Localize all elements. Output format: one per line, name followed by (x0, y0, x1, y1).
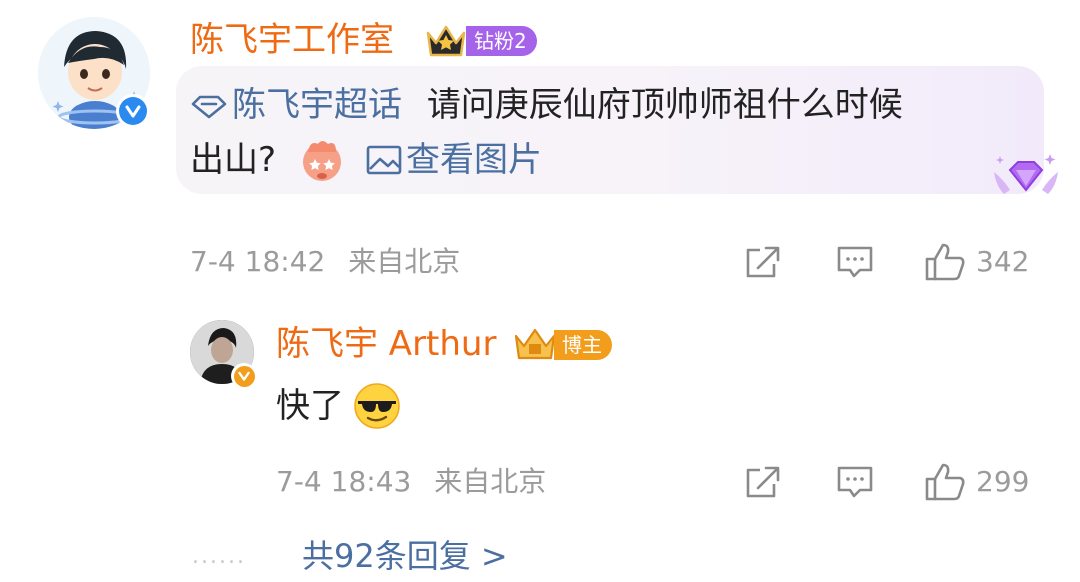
comment-button[interactable] (836, 244, 874, 284)
comment-location: 来自北京 (348, 245, 461, 278)
dotted-separator: ...... (192, 543, 246, 569)
reply-content: 快了 (276, 380, 402, 432)
comment-time: 7-4 18:42 (190, 245, 326, 278)
reply-meta: 7-4 18:43 来自北京 (276, 464, 546, 500)
reply-location: 来自北京 (434, 465, 547, 498)
view-image-link[interactable]: 查看图片 (366, 134, 542, 186)
reply-like-count: 299 (976, 465, 1030, 498)
diamond-topic-icon (191, 95, 227, 118)
thumbs-up-icon (925, 243, 965, 281)
reply-time: 7-4 18:43 (276, 465, 412, 498)
comment-icon (837, 466, 873, 498)
like-button[interactable]: 342 (924, 242, 1029, 282)
author-badge: 博主 (554, 330, 612, 360)
comment-icon (837, 246, 873, 278)
sticker-emoji (298, 136, 346, 184)
topic-label: 陈飞宇超话 (232, 85, 402, 125)
crown-icon (424, 21, 468, 59)
comment-text: 请问庚辰仙府顶帅师祖什么时候 (426, 85, 903, 125)
commenter-username[interactable]: 陈飞宇工作室 (190, 18, 394, 62)
topic-link[interactable]: 陈飞宇超话 (190, 85, 413, 125)
comment-meta: 7-4 18:42 来自北京 (190, 244, 460, 280)
more-replies-row: ...... 共92条回复 > (192, 534, 508, 578)
fan-level-badge: 钻粉2 (466, 26, 537, 56)
like-count: 342 (976, 245, 1030, 278)
comment-text-line2: 出山? 查看图片 (190, 134, 542, 186)
share-button[interactable] (744, 244, 782, 284)
view-image-label: 查看图片 (406, 140, 543, 180)
reply-username[interactable]: 陈飞宇 Arthur (276, 322, 496, 366)
share-icon (746, 466, 780, 498)
sunglasses-emoji (352, 381, 402, 431)
verified-badge-icon (116, 94, 150, 128)
reply-comment-button[interactable] (836, 464, 874, 504)
diamond-fan-icon (990, 150, 1062, 208)
share-icon (746, 246, 780, 278)
author-crown-icon (512, 326, 558, 362)
verified-orange-badge-icon (231, 363, 257, 389)
comment-text-line1: 陈飞宇超话 请问庚辰仙府顶帅师祖什么时候 (190, 80, 903, 130)
more-replies-link[interactable]: 共92条回复 > (302, 534, 508, 578)
reply-text: 快了 (276, 386, 344, 426)
reply-share-button[interactable] (744, 464, 782, 504)
image-icon (366, 145, 402, 175)
reply-like-button[interactable]: 299 (924, 462, 1029, 502)
thumbs-up-icon (925, 463, 965, 501)
comment-text-continued: 出山? (190, 140, 277, 180)
